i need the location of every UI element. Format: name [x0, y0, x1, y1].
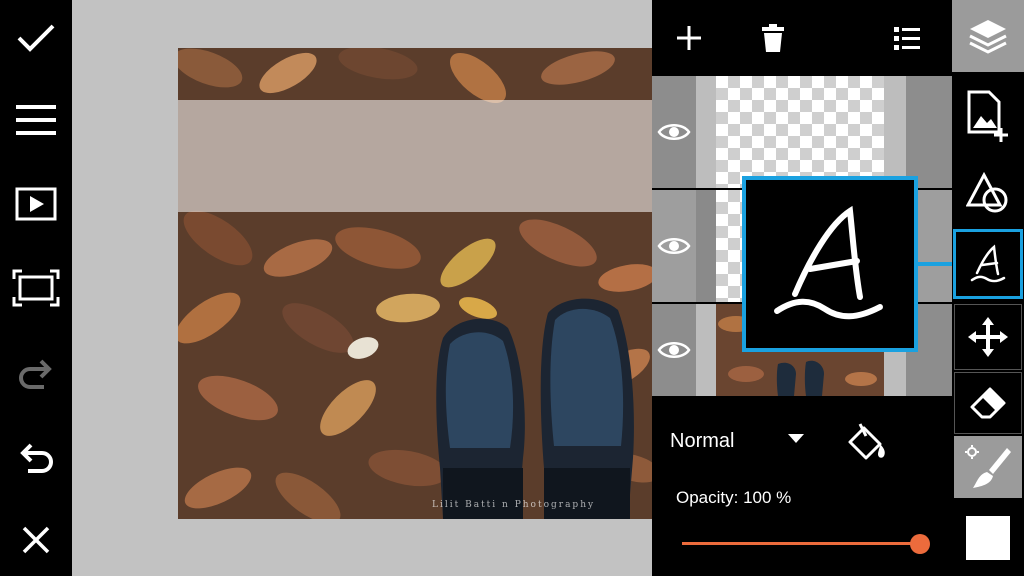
- eye-icon: [657, 238, 691, 254]
- eye-icon: [657, 124, 691, 140]
- layer-thumbnail: [696, 76, 906, 188]
- layers-button[interactable]: [952, 0, 1024, 72]
- add-image-icon: [967, 90, 1008, 142]
- undo-icon: [20, 443, 53, 473]
- layer-visibility-toggle[interactable]: [652, 190, 696, 302]
- paint-bucket-icon: [848, 423, 885, 460]
- hamburger-menu-icon: [16, 105, 56, 135]
- play-button[interactable]: [0, 174, 72, 234]
- add-layer-button[interactable]: [661, 10, 717, 66]
- photo-watermark: Lilit Batti n Photography: [432, 500, 596, 510]
- delete-layer-button[interactable]: [745, 10, 801, 66]
- add-image-button[interactable]: [952, 82, 1024, 152]
- plus-icon: [677, 26, 701, 50]
- list-icon: [894, 27, 920, 50]
- text-icon: [970, 244, 1006, 283]
- selected-layer-preview[interactable]: [742, 176, 918, 352]
- canvas-area[interactable]: Lilit Batti n Photography: [72, 0, 652, 576]
- layers-panel-toolbar: [652, 0, 952, 75]
- play-icon: [15, 187, 57, 221]
- eraser-button[interactable]: [954, 372, 1022, 434]
- redo-button[interactable]: [0, 344, 72, 404]
- fit-screen-button[interactable]: [0, 258, 72, 318]
- move-button[interactable]: [954, 304, 1022, 370]
- shapes-button[interactable]: [952, 158, 1024, 228]
- brush-icon: [965, 445, 1011, 488]
- opacity-slider-track[interactable]: [682, 542, 920, 545]
- layer-visibility-toggle[interactable]: [652, 76, 696, 188]
- undo-button[interactable]: [0, 428, 72, 488]
- color-button[interactable]: [952, 506, 1024, 570]
- menu-button[interactable]: [0, 90, 72, 150]
- eraser-icon: [970, 387, 1006, 419]
- transparency-checker: [716, 76, 884, 188]
- redo-icon: [19, 359, 52, 389]
- left-toolbar: [0, 0, 72, 576]
- close-button[interactable]: [0, 510, 72, 570]
- layer-visibility-toggle[interactable]: [652, 304, 696, 396]
- text-layer-a-glyph: [774, 205, 883, 320]
- fill-button[interactable]: [844, 420, 892, 471]
- opacity-label: Opacity: 100 %: [676, 488, 792, 507]
- brush-button[interactable]: [954, 436, 1022, 498]
- layers-icon: [969, 20, 1007, 54]
- confirm-button[interactable]: [0, 8, 72, 68]
- shapes-icon: [966, 171, 1008, 213]
- eye-icon: [657, 342, 691, 358]
- opacity-slider-thumb[interactable]: [910, 534, 930, 554]
- selection-connector: [918, 262, 954, 266]
- layer-list-button[interactable]: [879, 10, 935, 66]
- trash-icon: [762, 24, 784, 52]
- check-icon: [17, 24, 55, 52]
- layer-row[interactable]: [652, 76, 952, 188]
- text-layer-band: [178, 100, 652, 212]
- chevron-down-icon[interactable]: [788, 434, 804, 443]
- right-toolbar: [952, 0, 1024, 576]
- text-tool-button[interactable]: [953, 229, 1023, 299]
- fit-screen-icon: [12, 269, 60, 307]
- blend-settings: Normal Opacity: 100 %: [652, 398, 952, 576]
- move-icon: [968, 317, 1008, 357]
- color-swatch-icon: [964, 514, 1012, 562]
- blend-mode-select[interactable]: Normal: [670, 430, 734, 453]
- close-icon: [22, 526, 50, 554]
